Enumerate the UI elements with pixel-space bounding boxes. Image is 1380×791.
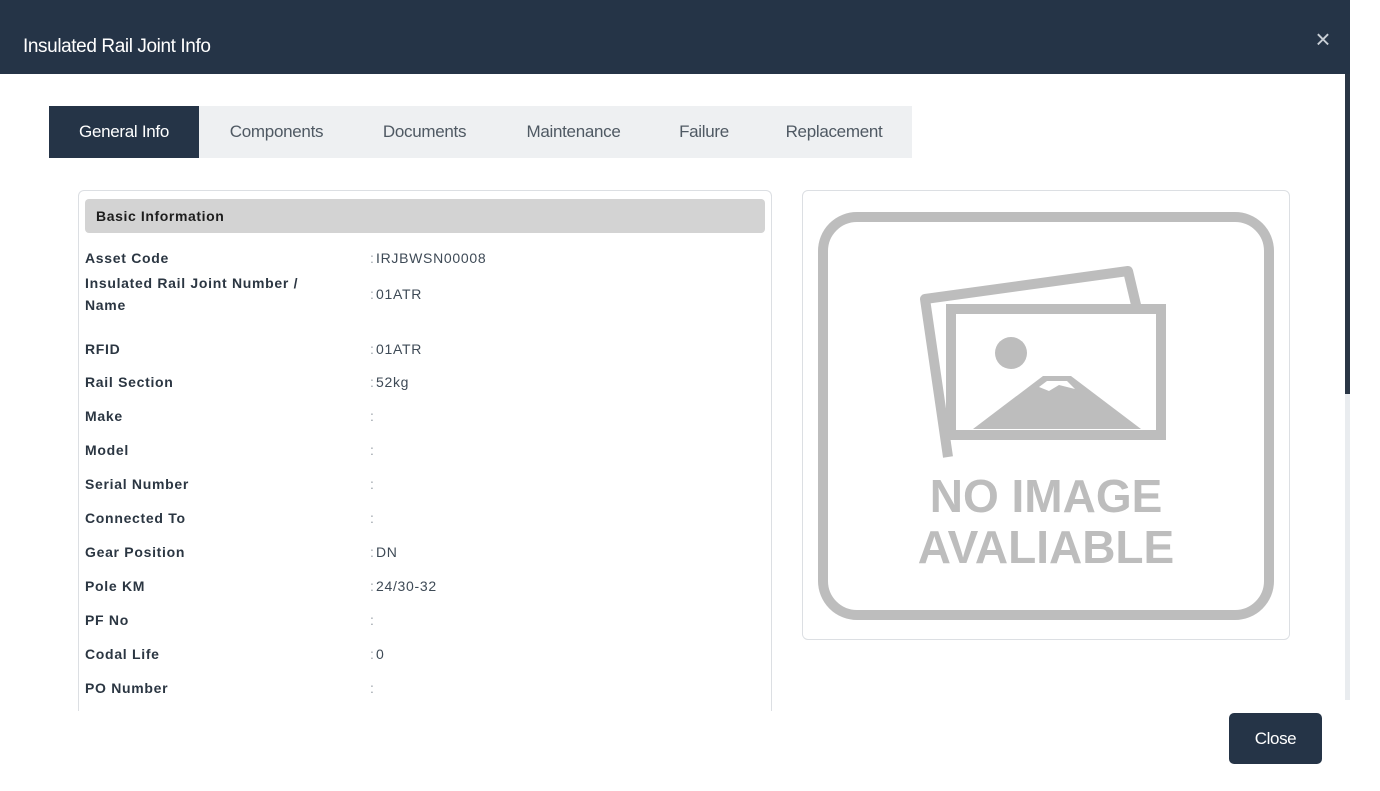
info-row-asset-code: Asset Code : IRJBWSN00008	[85, 247, 765, 269]
info-separator: :	[370, 286, 374, 302]
info-separator: :	[370, 341, 374, 357]
back-photo-outline	[920, 266, 1142, 458]
info-label: Codal Life	[85, 646, 160, 662]
info-separator: :	[370, 612, 374, 628]
asset-image-panel: NO IMAGE AVALIABLE	[802, 190, 1290, 640]
info-separator: :	[370, 408, 374, 424]
info-label: Gear Position	[85, 544, 186, 560]
info-label-cont: Name	[85, 297, 126, 313]
no-image-text-line1: NO IMAGE	[930, 470, 1163, 522]
info-label: Rail Section	[85, 374, 174, 390]
info-row-irj-number: Insulated Rail Joint Number / Name : 01A…	[85, 272, 765, 316]
info-value: 01ATR	[376, 341, 423, 357]
info-value: IRJBWSN00008	[376, 250, 487, 266]
info-label: Insulated Rail Joint Number /	[85, 275, 299, 291]
info-value: 52kg	[376, 374, 410, 390]
info-separator: :	[370, 476, 374, 492]
info-label: PO Number	[85, 680, 169, 696]
info-separator: :	[370, 250, 374, 266]
close-button[interactable]: Close	[1229, 713, 1322, 764]
info-label: Asset Code	[85, 250, 170, 266]
info-separator: :	[370, 578, 374, 594]
info-label: RFID	[85, 341, 121, 357]
tab-failure[interactable]: Failure	[652, 106, 756, 158]
tab-general-info[interactable]: General Info	[49, 106, 199, 158]
asset-info-modal: Insulated Rail Joint Info × General Info…	[0, 0, 1350, 791]
tab-components[interactable]: Components	[199, 106, 354, 158]
tab-maintenance[interactable]: Maintenance	[495, 106, 652, 158]
scrollbar-thumb[interactable]	[1345, 74, 1350, 394]
info-separator: :	[370, 510, 374, 526]
info-label: Pole KM	[85, 578, 146, 594]
section-heading-text: Basic Information	[96, 208, 225, 224]
info-label: PF No	[85, 612, 129, 628]
tab-documents[interactable]: Documents	[354, 106, 495, 158]
info-label: Connected To	[85, 510, 186, 526]
info-label: Serial Number	[85, 476, 190, 492]
close-icon[interactable]: ×	[1313, 26, 1333, 52]
info-separator: :	[370, 680, 374, 696]
sun-shape	[995, 337, 1027, 369]
info-value: 01ATR	[376, 286, 423, 302]
info-label: Make	[85, 408, 123, 424]
info-separator: :	[370, 646, 374, 662]
info-separator: :	[370, 442, 374, 458]
no-image-icon: NO IMAGE AVALIABLE	[818, 212, 1274, 620]
modal-title: Insulated Rail Joint Info	[23, 36, 211, 57]
info-label: Model	[85, 442, 129, 458]
tab-replacement[interactable]: Replacement	[756, 106, 912, 158]
scrollbar-track[interactable]	[1345, 394, 1350, 700]
no-image-text-line2: AVALIABLE	[918, 521, 1174, 573]
info-value: DN	[376, 544, 398, 560]
modal-header: Insulated Rail Joint Info ×	[0, 0, 1350, 74]
info-separator: :	[370, 374, 374, 390]
section-heading: Basic Information	[85, 199, 765, 233]
basic-information-panel: Basic Information Asset Code : IRJBWSN00…	[78, 190, 772, 711]
info-separator: :	[370, 544, 374, 560]
tab-bar: General Info Components Documents Mainte…	[49, 106, 912, 158]
info-value: 24/30-32	[376, 578, 437, 594]
info-value: 0	[376, 646, 385, 662]
